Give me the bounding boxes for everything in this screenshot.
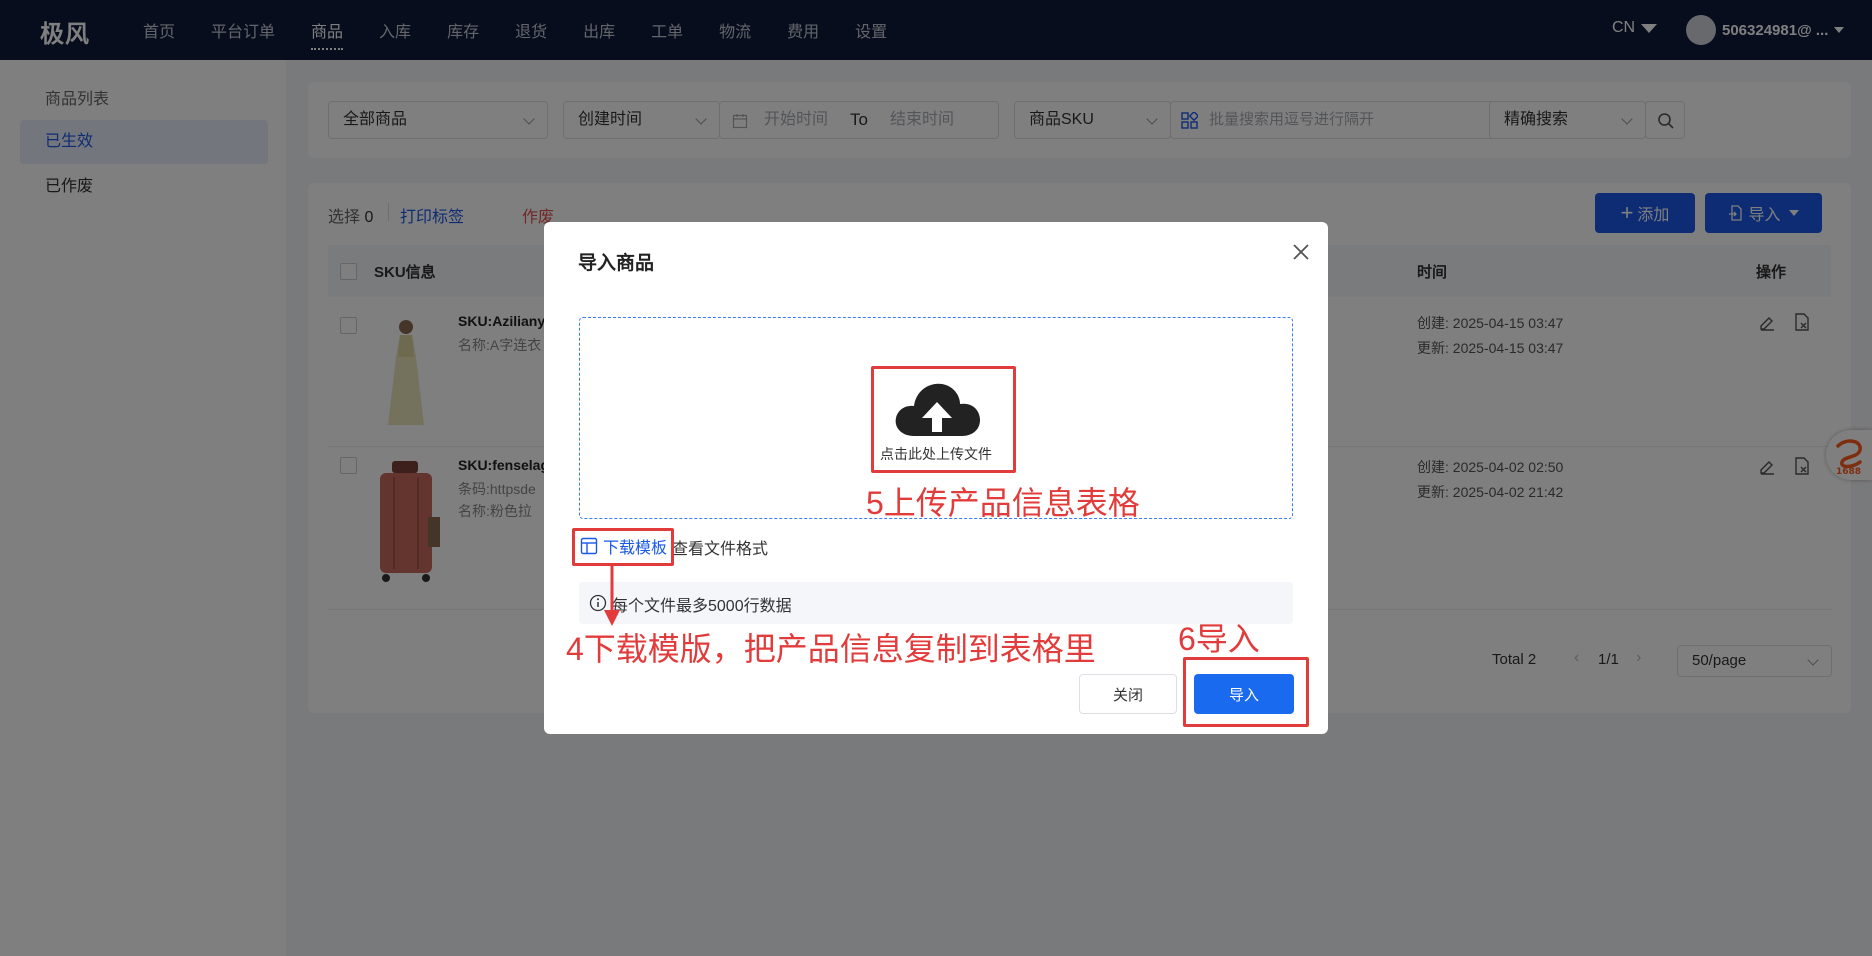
annotation-box-import: [1183, 657, 1309, 727]
annotation-box-upload: [871, 366, 1016, 473]
close-icon[interactable]: [1289, 240, 1313, 264]
annotation-box-download: [572, 528, 674, 566]
dialog-title: 导入商品: [578, 253, 655, 274]
close-button[interactable]: 关闭: [1079, 674, 1177, 714]
annotation-step4: 4下载模版，把产品信息复制到表格里: [566, 631, 1096, 667]
annotation-step6: 6导入: [1178, 621, 1260, 657]
annotation-step5: 5上传产品信息表格: [866, 485, 1140, 521]
annotation-arrow-icon: [604, 566, 620, 626]
info-text: 每个文件最多5000行数据: [612, 598, 792, 615]
view-file-format-link[interactable]: 查看文件格式: [672, 535, 768, 559]
